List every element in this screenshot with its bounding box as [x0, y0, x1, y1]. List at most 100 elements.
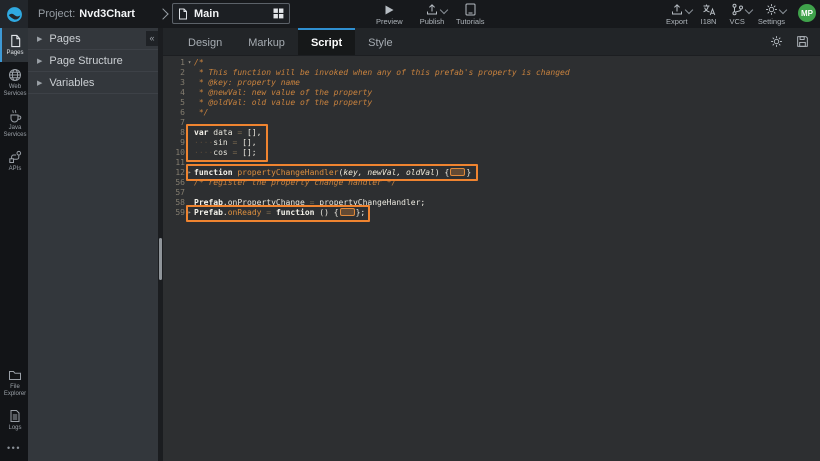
caret-right-icon: ▶	[37, 79, 42, 87]
gear-icon	[765, 3, 778, 16]
fold-open-icon[interactable]: ▾	[185, 58, 194, 68]
pages-panel: ▶Pages▶Page Structure▶Variables «	[28, 28, 158, 461]
fold-closed-icon[interactable]: ▸	[185, 208, 194, 218]
rail-item-java-services[interactable]: Java Services	[0, 103, 28, 144]
publish-button[interactable]: Publish	[420, 3, 445, 26]
folded-code-placeholder[interactable]	[450, 168, 465, 176]
code-token: onReady	[228, 208, 262, 217]
chevron-down-icon	[685, 6, 693, 14]
tutorials-label: Tutorials	[456, 17, 484, 26]
editor-settings-gear-icon[interactable]	[770, 35, 783, 48]
panel-section-variables[interactable]: ▶ Variables	[28, 72, 158, 94]
code-token: * This function will be invoked when any…	[194, 68, 570, 77]
rail-item-logs[interactable]: Logs	[0, 403, 28, 437]
web-services-icon	[8, 68, 22, 82]
rail-item-apis[interactable]: APIs	[0, 144, 28, 178]
code-token: */	[194, 108, 208, 117]
rail-item-web-services[interactable]: Web Services	[0, 62, 28, 103]
rail-item-label: Logs	[8, 425, 21, 432]
wavemaker-studio: Project: Nvd3Chart Main Preview Publish	[0, 0, 820, 461]
project-name: Nvd3Chart	[79, 8, 135, 20]
code-token: Prefab	[194, 208, 223, 217]
tab-script[interactable]: Script	[298, 28, 355, 55]
code-token: [],	[242, 128, 261, 137]
code-token: data	[208, 128, 237, 137]
code-line-text: var data = [],	[194, 128, 820, 138]
code-line-text: * This function will be invoked when any…	[194, 68, 820, 78]
preview-button[interactable]: Preview	[376, 3, 403, 26]
tab-design[interactable]: Design	[175, 28, 235, 55]
rail-item-file-explorer[interactable]: File Explorer	[0, 363, 28, 403]
code-line-text: /*	[194, 58, 820, 68]
code-token: propertyChangeHandler;	[314, 198, 425, 207]
line-number: 9	[163, 138, 185, 148]
panel-resize-handle[interactable]	[159, 238, 162, 280]
code-token: * @key: property name	[194, 78, 300, 87]
code-token: propertyChangeHandler	[237, 168, 338, 177]
line-number: 8	[163, 128, 185, 138]
code-token: key, newVal, oldVal	[343, 168, 435, 177]
logs-icon	[9, 409, 21, 423]
user-avatar[interactable]: MP	[798, 4, 816, 22]
settings-button[interactable]: Settings	[758, 3, 785, 26]
code-token: function	[194, 168, 233, 177]
code-line: 11	[163, 158, 820, 168]
line-number: 4	[163, 88, 185, 98]
export-button[interactable]: Export	[666, 3, 688, 26]
code-line-text: Prefab.onPropertyChange = propertyChange…	[194, 198, 820, 208]
page-icon	[178, 8, 188, 20]
vcs-button[interactable]: VCS	[729, 3, 744, 26]
wavemaker-logo-icon	[6, 6, 23, 23]
app-logo[interactable]	[0, 0, 28, 28]
code-line: 3 * @key: property name	[163, 78, 820, 88]
translate-icon	[702, 3, 716, 16]
code-token: [];	[237, 148, 256, 157]
code-token: function	[276, 208, 315, 217]
save-icon[interactable]	[796, 35, 809, 48]
code-line-text: /* register the property change handler …	[194, 178, 820, 188]
panel-section-label: Page Structure	[49, 55, 122, 67]
code-editor[interactable]: 1▾/*2 * This function will be invoked wh…	[163, 56, 820, 461]
rail-overflow-button[interactable]: •••	[0, 437, 28, 461]
rail-item-pages[interactable]: Pages	[0, 28, 28, 62]
tutorials-button[interactable]: Tutorials	[456, 3, 484, 26]
java-services-icon	[8, 109, 22, 123]
main-area: PagesWeb ServicesJava ServicesAPIs File …	[0, 28, 820, 461]
page-tab-main[interactable]: Main	[172, 3, 290, 24]
code-token: [],	[237, 138, 256, 147]
line-number: 6	[163, 108, 185, 118]
folded-code-placeholder[interactable]	[340, 208, 355, 216]
code-line-text: ····cos = [];	[194, 148, 820, 158]
panel-collapse-button[interactable]: «	[146, 31, 158, 46]
code-token: Prefab	[194, 198, 223, 207]
chevron-down-icon	[744, 6, 752, 14]
code-line: 57	[163, 188, 820, 198]
play-icon	[383, 4, 395, 16]
code-token: /*	[194, 58, 204, 67]
grid-icon[interactable]	[273, 8, 284, 19]
caret-right-icon: ▶	[37, 35, 42, 43]
code-line: 56/* register the property change handle…	[163, 178, 820, 188]
code-token: ) {	[435, 168, 449, 177]
panel-section-pages[interactable]: ▶Pages	[28, 28, 158, 50]
code-line: 6 */	[163, 108, 820, 118]
code-token: * @oldVal: old value of the property	[194, 98, 372, 107]
export-label: Export	[666, 17, 688, 26]
line-number: 57	[163, 188, 185, 198]
upload-icon	[425, 3, 439, 16]
tab-style[interactable]: Style	[355, 28, 405, 55]
i18n-button[interactable]: I18N	[701, 3, 717, 26]
vcs-label: VCS	[729, 17, 744, 26]
code-line: 8 var data = [],	[163, 128, 820, 138]
code-line: 10····cos = [];	[163, 148, 820, 158]
project-label: Project:	[38, 8, 75, 20]
line-number: 5	[163, 98, 185, 108]
export-icon	[670, 3, 684, 16]
panel-section-label: Variables	[49, 77, 94, 89]
branch-icon	[731, 3, 744, 16]
code-line: 12▸function propertyChangeHandler(key, n…	[163, 168, 820, 178]
panel-section-page-structure[interactable]: ▶Page Structure	[28, 50, 158, 72]
line-number: 7	[163, 118, 185, 128]
tab-markup[interactable]: Markup	[235, 28, 298, 55]
fold-closed-icon[interactable]: ▸	[185, 168, 194, 178]
